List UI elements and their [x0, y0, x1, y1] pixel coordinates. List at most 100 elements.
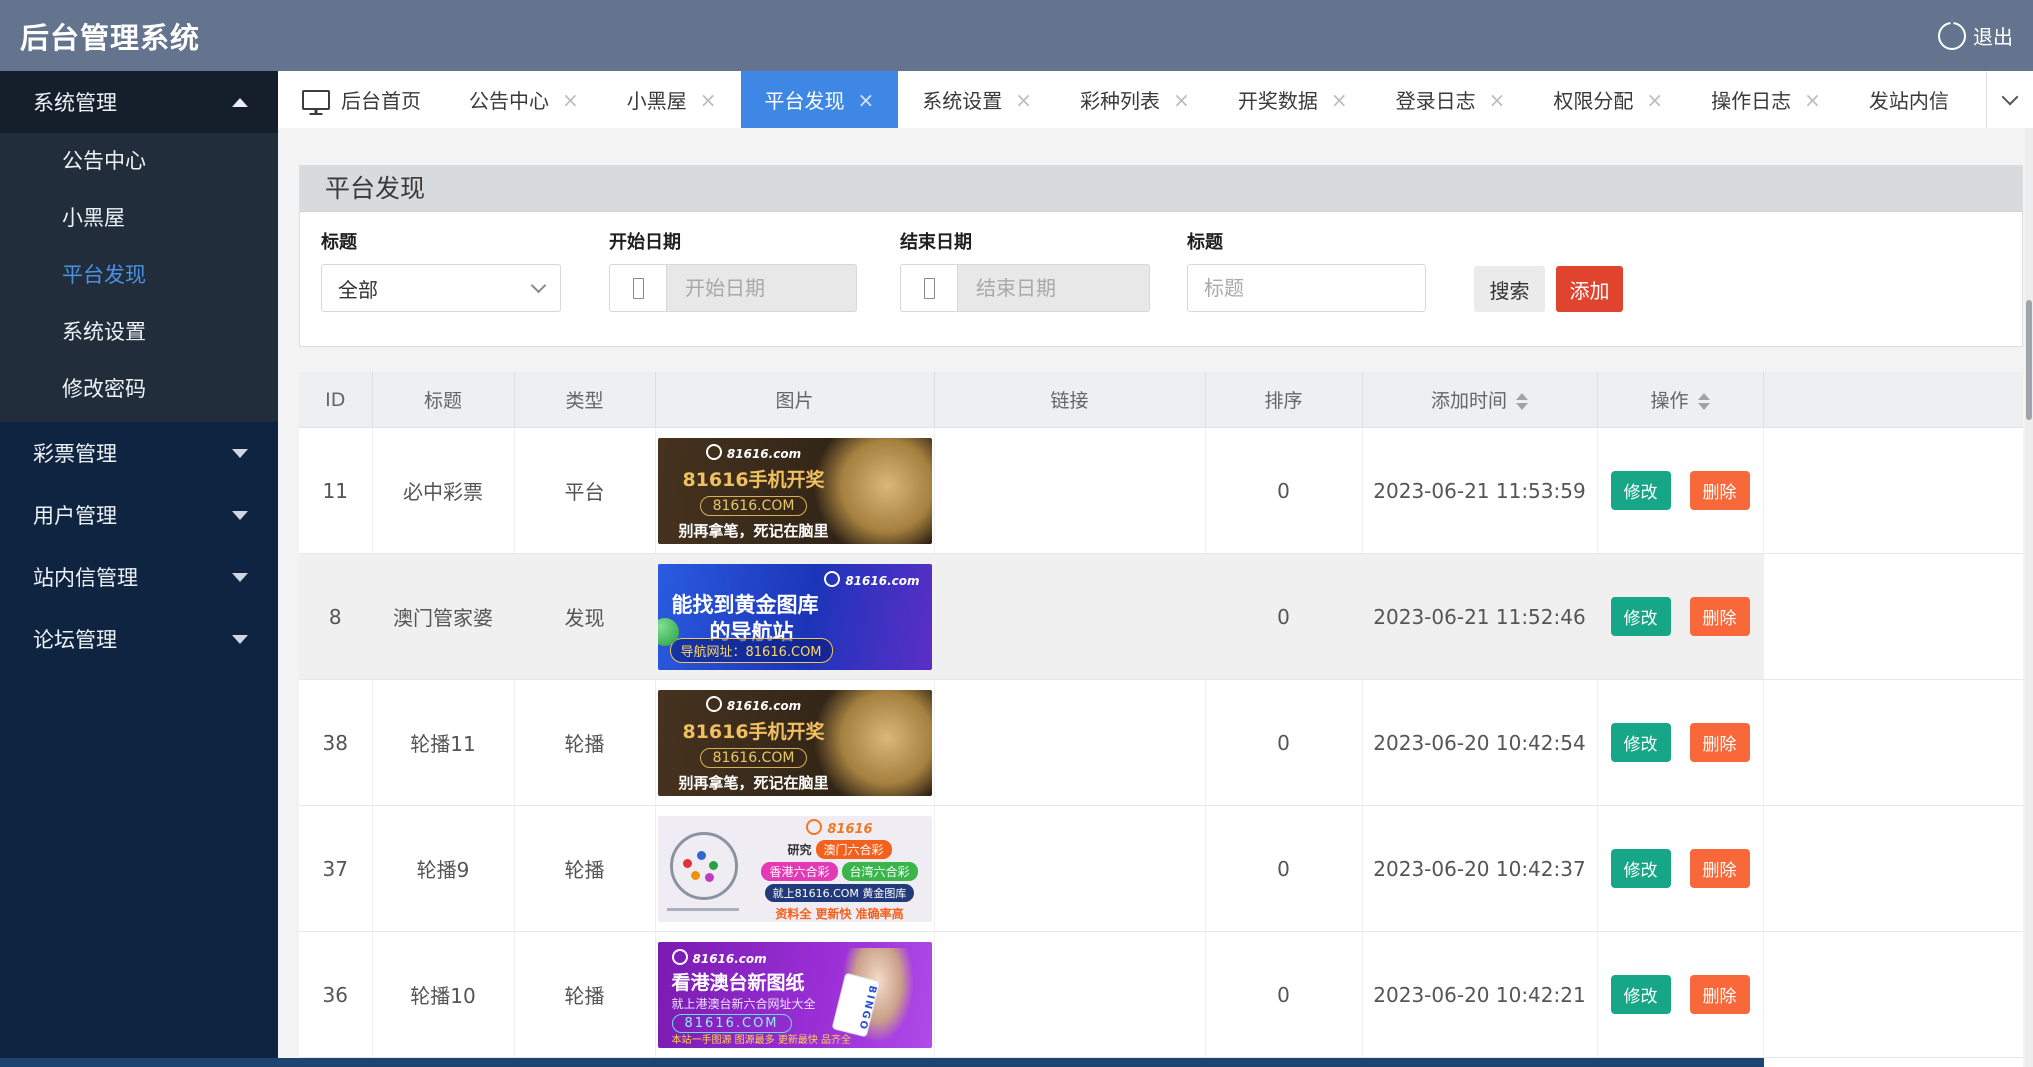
- tab-login-log[interactable]: 登录日志 ×: [1372, 71, 1530, 128]
- banner-image-light: 81616研究澳门六合彩香港六合彩台湾六合彩就上81616.COM 黄金图库资料…: [658, 816, 932, 922]
- sidebar-item-black-room[interactable]: 小黑屋: [0, 190, 278, 247]
- title-input[interactable]: [1187, 264, 1426, 312]
- column-label: ID: [325, 389, 345, 411]
- column-created-at[interactable]: 添加时间: [1362, 372, 1597, 428]
- sidebar-item-system-management[interactable]: 系统管理: [0, 71, 278, 133]
- close-icon[interactable]: ×: [700, 90, 717, 110]
- sort-icon[interactable]: [1698, 393, 1710, 410]
- edit-button[interactable]: 修改: [1611, 471, 1671, 510]
- edit-button[interactable]: 修改: [1611, 849, 1671, 888]
- logout-label: 退出: [1973, 21, 2013, 50]
- column-image[interactable]: 图片: [655, 372, 934, 428]
- delete-button[interactable]: 删除: [1690, 849, 1750, 888]
- table-panel: ID标题类型图片链接排序添加时间操作 11必中彩票平台81616.com8161…: [299, 372, 2023, 1067]
- column-actions[interactable]: 操作: [1597, 372, 1763, 428]
- sort-icon[interactable]: [1516, 393, 1528, 410]
- add-button[interactable]: 添加: [1556, 266, 1623, 312]
- start-date-input[interactable]: [666, 264, 857, 312]
- sidebar-item-platform-discovery[interactable]: 平台发现: [0, 247, 278, 304]
- delete-button[interactable]: 删除: [1690, 975, 1750, 1014]
- tab-label: 登录日志: [1396, 85, 1476, 114]
- column-id[interactable]: ID: [299, 372, 372, 428]
- tab-overflow-button[interactable]: [1986, 71, 2033, 128]
- banner-headline: 能找到黄金图库: [672, 589, 819, 619]
- banner-image-brown: 81616.com81616手机开奖81616.COM别再拿笔，死记在脑里: [658, 438, 932, 544]
- tab-platform-discovery[interactable]: 平台发现×: [741, 71, 899, 128]
- sidebar-section-user-management: 用户管理: [0, 484, 278, 546]
- column-title[interactable]: 标题: [372, 372, 514, 428]
- edit-button[interactable]: 修改: [1611, 723, 1671, 762]
- tab-operation-log[interactable]: 操作日志×: [1687, 71, 1845, 128]
- tab-home[interactable]: 后台首页: [278, 71, 445, 128]
- tab-system-settings[interactable]: 系统设置 ×: [898, 71, 1056, 128]
- cell-actions: 修改删除: [1597, 428, 1763, 554]
- logout-button[interactable]: 退出: [1938, 21, 2013, 50]
- chevron-down-icon: [531, 278, 547, 294]
- cell-title: 轮播9: [372, 806, 514, 932]
- filter-end-date-field: 结束日期: [900, 228, 1150, 312]
- cell-actions: 修改删除: [1597, 680, 1763, 806]
- sidebar: 系统管理公告中心小黑屋平台发现系统设置修改密码彩票管理用户管理站内信管理论坛管理: [0, 71, 278, 1067]
- column-label: 标题: [424, 390, 462, 412]
- scrollbar-thumb[interactable]: [2026, 300, 2032, 420]
- topbar: 后台管理系统 退出: [0, 0, 2033, 71]
- tab-label: 系统设置: [922, 85, 1002, 114]
- close-icon[interactable]: ×: [1015, 90, 1032, 110]
- column-label: 链接: [1050, 390, 1088, 412]
- search-button[interactable]: 搜索: [1474, 266, 1545, 312]
- tab-send-site-mail[interactable]: 发站内信: [1845, 71, 1973, 128]
- tab-label: 后台首页: [341, 85, 421, 114]
- end-date-input[interactable]: [957, 264, 1150, 312]
- cell-type: 轮播: [514, 932, 655, 1058]
- delete-button[interactable]: 删除: [1690, 597, 1750, 636]
- close-icon[interactable]: ×: [562, 90, 579, 110]
- banner-logo: 81616.com: [706, 444, 801, 461]
- banner-logo: 81616.com: [672, 949, 767, 966]
- tab-bar: 后台首页公告中心×小黑屋×平台发现×系统设置×彩种列表×开奖数据×登录日志×权限…: [278, 71, 2033, 128]
- cell-id: 37: [299, 806, 372, 932]
- type-select[interactable]: 全部: [321, 264, 561, 312]
- cell-sort: 0: [1205, 680, 1362, 806]
- column-sort[interactable]: 排序: [1205, 372, 1362, 428]
- delete-button[interactable]: 删除: [1690, 471, 1750, 510]
- cell-actions: 修改删除: [1597, 554, 1763, 680]
- sidebar-item-announcement-center[interactable]: 公告中心: [0, 133, 278, 190]
- close-icon[interactable]: ×: [1331, 90, 1348, 110]
- delete-button[interactable]: 删除: [1690, 723, 1750, 762]
- sidebar-item-site-mail-management[interactable]: 站内信管理: [0, 546, 278, 608]
- tab-lottery-list[interactable]: 彩种列表×: [1056, 71, 1214, 128]
- cell-link: [934, 428, 1205, 554]
- sidebar-item-change-password[interactable]: 修改密码: [0, 361, 278, 418]
- edit-button[interactable]: 修改: [1611, 975, 1671, 1014]
- banner-slogan: 别再拿笔，死记在脑里: [678, 772, 828, 793]
- banner-headline: 看港澳台新图纸: [672, 968, 805, 995]
- banner-pill-macau: 澳门六合彩: [816, 840, 892, 859]
- banner-footline: 本站一手图源 图源最多 更新最快 品齐全: [672, 1031, 852, 1046]
- sidebar-item-lottery-management[interactable]: 彩票管理: [0, 422, 278, 484]
- tab-label: 公告中心: [469, 85, 549, 114]
- close-icon[interactable]: ×: [1173, 90, 1190, 110]
- tab-announcement-center[interactable]: 公告中心 ×: [445, 71, 603, 128]
- banner-headline: 81616手机开奖: [682, 465, 824, 492]
- close-icon[interactable]: ×: [1489, 90, 1506, 110]
- tab-permission-assign[interactable]: 权限分配 ×: [1529, 71, 1687, 128]
- tab-draw-data[interactable]: 开奖数据×: [1214, 71, 1372, 128]
- column-type[interactable]: 类型: [514, 372, 655, 428]
- sidebar-item-forum-management[interactable]: 论坛管理: [0, 608, 278, 670]
- data-table: ID标题类型图片链接排序添加时间操作 11必中彩票平台81616.com8161…: [299, 372, 2023, 1067]
- close-icon[interactable]: ×: [1804, 90, 1821, 110]
- lottery-cage-art: [670, 832, 738, 900]
- sidebar-section-lottery-management: 彩票管理: [0, 422, 278, 484]
- edit-button[interactable]: 修改: [1611, 597, 1671, 636]
- cell-type: 发现: [514, 554, 655, 680]
- close-icon[interactable]: ×: [858, 90, 875, 110]
- column-link[interactable]: 链接: [934, 372, 1205, 428]
- tab-label: 权限分配: [1553, 85, 1633, 114]
- banner-subline: 就上港澳台新六合网址大全: [672, 995, 816, 1012]
- close-icon[interactable]: ×: [1646, 90, 1663, 110]
- sidebar-item-system-settings[interactable]: 系统设置: [0, 304, 278, 361]
- tab-black-room[interactable]: 小黑屋×: [603, 71, 741, 128]
- scrollbar[interactable]: [2025, 128, 2033, 1067]
- sidebar-item-user-management[interactable]: 用户管理: [0, 484, 278, 546]
- cell-id: 8: [299, 554, 372, 680]
